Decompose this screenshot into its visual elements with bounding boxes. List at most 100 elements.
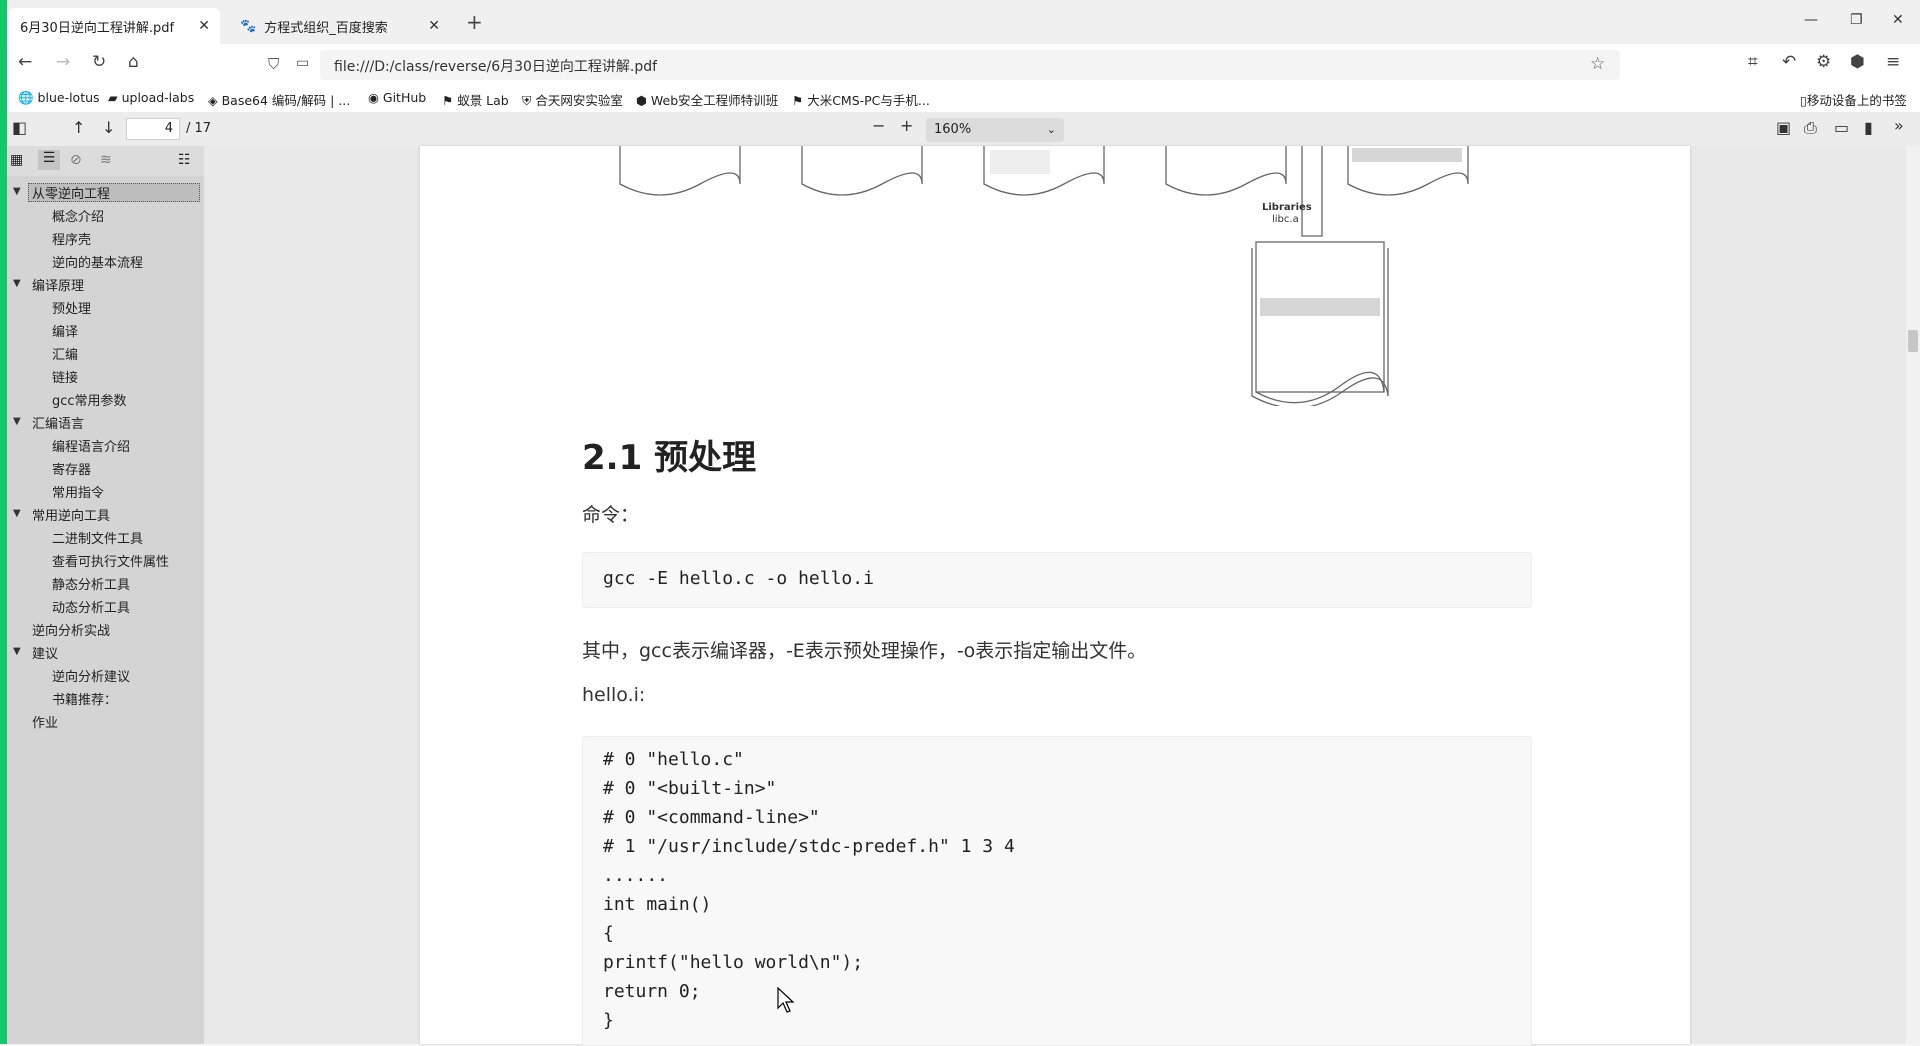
sidebar-toggle-icon[interactable]: ◧ [12,118,27,137]
open-file-icon[interactable]: ▭ [1834,118,1849,137]
code-block: # 0 "hello.c" # 0 "<built-in>" # 0 "<comma… [582,736,1532,1046]
outline-item[interactable]: 动态分析工具 [52,597,130,616]
file-label: hello.i: [582,684,646,706]
url-text: file:///D:/class/reverse/6月30日逆向工程讲解.pdf [334,59,658,75]
code-line: printf("hello world\n"); [603,952,864,973]
outline-item[interactable]: 编译 [52,321,78,340]
star-icon[interactable]: ☆ [1590,54,1605,74]
expand-toggle-icon[interactable]: ▼ [13,646,21,657]
code-line: } [603,1010,614,1031]
tab-bar: 6月30日逆向工程讲解.pdf ✕ 🐾 方程式组织_百度搜索 ✕ + — ❐ ✕ [0,0,1920,44]
code-line: # 1 "/usr/include/stdc-predef.h" 1 3 4 [603,836,1015,857]
outline-item[interactable]: 作业 [32,712,58,731]
compilation-diagram [619,146,1469,406]
page-total: / 17 [186,121,212,136]
outline-item[interactable]: 二进制文件工具 [52,528,143,547]
minimize-icon[interactable]: — [1804,12,1818,28]
previous-page-icon[interactable]: ↑ [72,118,85,137]
outline-item[interactable]: 逆向的基本流程 [52,252,143,271]
diagram-label: libc.a [1272,214,1299,225]
undo-icon[interactable]: ↶ [1782,52,1796,72]
bookmark-item[interactable]: ⚑ 蚁景 Lab [442,90,509,109]
presentation-icon[interactable]: ▣ [1776,118,1791,137]
scrollbar-thumb[interactable] [1908,330,1918,352]
code-line: # 0 "<built-in>" [603,778,777,799]
more-tools-icon[interactable]: » [1894,116,1904,135]
bookmark-item[interactable]: ⛨ 合天网安实验室 [522,90,623,109]
expand-toggle-icon[interactable]: ▼ [13,416,21,427]
tab-pdf[interactable]: 6月30日逆向工程讲解.pdf ✕ [8,8,220,44]
expand-toggle-icon[interactable]: ▼ [13,508,21,519]
explanation-text: 其中，gcc表示编译器，-E表示预处理操作，-o表示指定输出文件。 [582,640,1147,662]
vertical-scrollbar[interactable] [1906,146,1920,1044]
sidebar-toolbar: ▦ ☰ ⊘ ≋ ☷ [0,146,204,176]
current-outline-item-icon[interactable]: ☷ [178,152,191,168]
tab-title: 6月30日逆向工程讲解.pdf [20,20,175,36]
command-text: gcc -E hello.c -o hello.i [603,568,874,589]
outline-item[interactable]: 寄存器 [52,459,91,478]
reload-icon[interactable]: ↻ [92,52,106,72]
outline-item[interactable]: 常用逆向工具 [32,505,110,524]
code-line: # 0 "hello.c" [603,749,744,770]
new-tab-icon[interactable]: + [466,10,483,34]
code-line: int main() [603,894,712,915]
outline-item[interactable]: 汇编 [52,344,78,363]
attachments-icon[interactable]: ⊘ [70,152,82,168]
thumbnails-icon[interactable]: ▦ [10,152,23,168]
command-label: 命令： [582,504,640,526]
accent-bar [0,0,7,1044]
next-page-icon[interactable]: ↓ [102,118,115,137]
close-window-icon[interactable]: ✕ [1892,12,1904,28]
outline-item[interactable]: 常用指令 [52,482,104,501]
outline-item[interactable]: 书籍推荐： [52,689,117,708]
outline-item[interactable]: 概念介绍 [52,206,104,225]
address-bar[interactable]: ⛉ ▭ file:///D:/class/reverse/6月30日逆向工程讲解… [268,50,1620,80]
zoom-out-icon[interactable]: − [872,116,885,135]
bookmark-item[interactable]: ▰ upload-labs [108,90,194,105]
forward-icon[interactable]: → [56,52,70,72]
print-icon[interactable]: ⎙ [1804,118,1817,138]
bookmarks-bar: 🌐 blue-lotus ▰ upload-labs ◈ Base64 编码/解… [0,84,1920,113]
outline-item[interactable]: 逆向分析实战 [32,620,110,639]
home-icon[interactable]: ⌂ [128,52,139,72]
menu-icon[interactable]: ≡ [1886,52,1900,72]
extension-icon[interactable]: ⚙ [1816,52,1831,72]
mobile-bookmarks[interactable]: ▯移动设备上的书签 [1800,90,1907,109]
zoom-in-icon[interactable]: + [900,116,913,135]
outline-item[interactable]: 汇编语言 [32,413,84,432]
layers-icon[interactable]: ≋ [100,152,112,168]
screenshot-icon[interactable]: ⌗ [1748,52,1758,72]
tab-baidu[interactable]: 🐾 方程式组织_百度搜索 ✕ [228,8,450,44]
bookmark-item[interactable]: ◉ GitHub [368,90,426,105]
outline-item[interactable]: 静态分析工具 [52,574,130,593]
outline-icon[interactable]: ☰ [38,150,60,170]
page-number-input[interactable]: 4 [126,118,180,140]
back-icon[interactable]: ← [18,52,32,72]
close-icon[interactable]: ✕ [428,18,440,34]
bookmark-icon[interactable]: ▮ [1864,118,1873,137]
outline-item[interactable]: 从零逆向工程 [32,183,110,202]
outline-item[interactable]: 编程语言介绍 [52,436,130,455]
outline-item[interactable]: 建议 [32,643,58,662]
file-icon: ▭ [296,55,310,71]
bookmark-item[interactable]: ⚑ 大米CMS-PC与手机... [792,90,930,109]
shield-ext-icon[interactable]: ⬢ [1850,52,1865,72]
shield-icon[interactable]: ⛉ [268,55,279,73]
outline-item[interactable]: 查看可执行文件属性 [52,551,169,570]
outline-item[interactable]: 链接 [52,367,78,386]
bookmark-item[interactable]: ◈ Base64 编码/解码 | ... [208,90,350,109]
bookmark-item[interactable]: 🌐 blue-lotus [18,90,100,106]
outline-item[interactable]: 程序壳 [52,229,91,248]
code-line: { [603,923,614,944]
outline-item[interactable]: gcc常用参数 [52,390,127,409]
expand-toggle-icon[interactable]: ▼ [13,278,21,289]
outline-item[interactable]: 编译原理 [32,275,84,294]
zoom-select[interactable]: 160% ⌄ [926,118,1064,142]
close-icon[interactable]: ✕ [198,18,210,34]
restore-icon[interactable]: ❐ [1850,12,1863,28]
bookmark-item[interactable]: ⬢ Web安全工程师特训班 [636,90,778,109]
outline-item[interactable]: 预处理 [52,298,91,317]
tab-title: 方程式组织_百度搜索 [264,20,388,36]
expand-toggle-icon[interactable]: ▼ [13,186,21,197]
outline-item[interactable]: 逆向分析建议 [52,666,130,685]
